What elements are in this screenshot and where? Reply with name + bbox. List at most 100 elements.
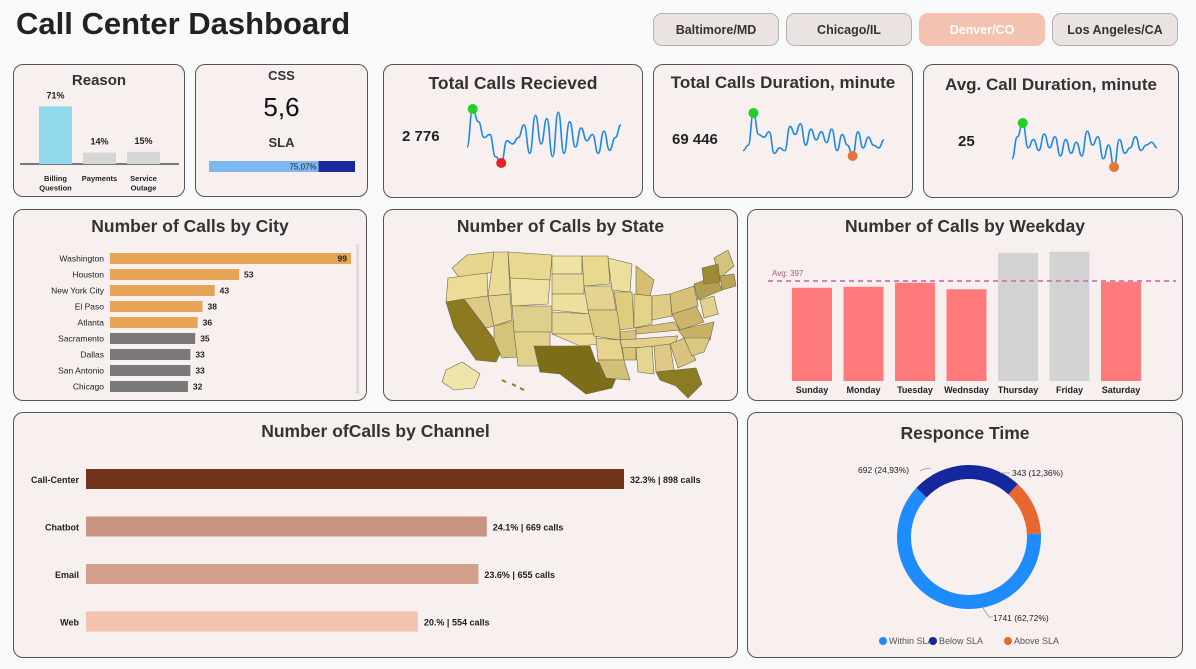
sparkline-max-point xyxy=(1017,118,1028,128)
donut-data-label: 1741 (62,72%) xyxy=(993,613,1049,623)
weekday-category-label: Wednsday xyxy=(944,385,989,395)
response-card: Responce Time 1741 (62,72%) 692 (24,93%) 3… xyxy=(747,412,1183,658)
weekday-category-label: Monday xyxy=(846,385,880,395)
sla-bar: 75,07% xyxy=(209,161,355,172)
weekday-bar xyxy=(895,282,935,381)
donut-legend-marker xyxy=(879,637,887,645)
city-bar xyxy=(110,333,196,344)
sparkline-path xyxy=(1011,122,1158,168)
donut-leader-line xyxy=(919,467,932,472)
city-category-label: Chicago xyxy=(73,382,104,392)
css-sla-card: CSS 5,6 SLA 75,07% xyxy=(195,64,368,197)
city-category-label: San Antonio xyxy=(58,366,104,376)
channel-bar xyxy=(86,564,479,584)
donut-data-label: 343 (12,36%) xyxy=(1012,468,1063,478)
weekday-chart: Sunday Monday Tuesday Wednsday Thursday Frida… xyxy=(768,251,1176,395)
city-value-label: 99 xyxy=(338,254,348,264)
reason-category-label: Service xyxy=(130,174,157,183)
city-value-label: 38 xyxy=(208,302,218,312)
city-bar xyxy=(110,365,191,376)
city-value-label: 32 xyxy=(193,382,203,392)
reason-chart: 71% 14% 15% BillingQuestion Payments ServiceO… xyxy=(20,90,179,193)
sparkline-min-point xyxy=(847,151,858,161)
weekday-bar xyxy=(1049,251,1090,381)
city-value-label: 36 xyxy=(203,318,213,328)
channel-category-label: Chatbot xyxy=(45,523,79,533)
weekday-avg-label: Avg: 397 xyxy=(772,269,804,278)
city-value-label: 35 xyxy=(200,334,210,344)
reason-category-label: Billing xyxy=(44,174,67,183)
reason-bar xyxy=(39,106,72,164)
sparkline-max-point xyxy=(748,108,759,118)
kpi-card-avg-duration: Avg. Call Duration, minute 25 xyxy=(923,64,1179,198)
city-category-label: New York City xyxy=(51,286,105,296)
city-scrollbar xyxy=(356,244,359,394)
reason-bar-label: 15% xyxy=(134,136,152,146)
city-category-label: Sacramento xyxy=(58,334,104,344)
weekday-category-label: Sunday xyxy=(796,385,829,395)
us-map xyxy=(441,249,737,399)
city-filter-chicago[interactable]: Chicago/IL xyxy=(786,13,912,46)
city-value-label: 33 xyxy=(195,350,205,360)
reason-category-label: Payments xyxy=(82,174,117,183)
reason-card: Reason 71% 14% 15% Billing Question Payments S… xyxy=(13,64,185,197)
kpi-card-total-duration: Total Calls Duration, minute 69 446 xyxy=(653,64,913,198)
donut-leader-line xyxy=(982,607,993,618)
weekday-card: Number of Calls by Weekday Sunday Monday T… xyxy=(747,209,1183,401)
city-card: Number of Calls by City Washington 99 Hous… xyxy=(13,209,367,401)
channel-chart: Call-Center 32.3% | 898 calls Chatbot 24.1%… xyxy=(31,469,701,632)
city-category-label: Washington xyxy=(59,254,104,264)
channel-card: Number ofCalls by Channel Call-Center 32.… xyxy=(13,412,738,658)
reason-category-label: Question xyxy=(39,184,72,193)
city-bar xyxy=(110,349,191,360)
city-category-label: Houston xyxy=(72,270,104,280)
kpi-card-total-calls: Total Calls Recieved 2 776 xyxy=(383,64,643,198)
reason-bar xyxy=(127,151,160,164)
weekday-category-label: Friday xyxy=(1056,385,1083,395)
reason-bar-label: 14% xyxy=(90,137,108,147)
response-donut: 1741 (62,72%) 692 (24,93%) 343 (12,36%) Wit… xyxy=(858,465,1063,646)
city-category-label: Dallas xyxy=(80,350,104,360)
city-category-label: El Paso xyxy=(75,302,105,312)
city-filter-los-angeles[interactable]: Los Angeles/CA xyxy=(1052,13,1178,46)
weekday-bar xyxy=(792,287,832,381)
sla-value-label: 75,07% xyxy=(289,163,316,172)
sparkline-total-duration xyxy=(742,108,885,161)
city-bar xyxy=(110,285,215,296)
weekday-category-label: Saturday xyxy=(1102,385,1141,395)
donut-data-label: 692 (24,93%) xyxy=(858,465,909,475)
donut-legend-label: Above SLA xyxy=(1014,636,1059,646)
donut-legend-marker xyxy=(929,637,937,645)
weekday-bar xyxy=(946,289,987,381)
city-bar xyxy=(110,269,240,280)
channel-bar xyxy=(86,516,487,537)
channel-value-label: 32.3% | 898 calls xyxy=(630,475,701,485)
city-value-label: 53 xyxy=(244,270,254,280)
city-bar xyxy=(110,253,351,264)
city-bar xyxy=(110,301,203,312)
sparkline-path xyxy=(466,108,622,164)
donut-slice xyxy=(916,465,1018,498)
city-filter-denver[interactable]: Denver/CO xyxy=(919,13,1045,46)
donut-slice xyxy=(1008,484,1041,535)
donut-legend-marker xyxy=(1004,637,1012,645)
donut-legend-label: Within SLA xyxy=(889,636,934,646)
page-title: Call Center Dashboard xyxy=(16,6,351,41)
city-filter-baltimore[interactable]: Baltimore/MD xyxy=(653,13,779,46)
sparkline-max-point xyxy=(467,104,478,114)
channel-category-label: Call-Center xyxy=(31,475,80,485)
sparkline-path xyxy=(742,112,885,157)
weekday-bar xyxy=(998,252,1038,381)
sparkline-avg-duration xyxy=(1011,118,1158,172)
weekday-bar xyxy=(843,286,884,381)
city-category-label: Atlanta xyxy=(78,318,105,328)
reason-category-label: Outage xyxy=(131,184,157,193)
weekday-category-label: Tuesday xyxy=(897,385,933,395)
channel-category-label: Email xyxy=(55,570,79,580)
state-card: Number of Calls by State xyxy=(383,209,738,401)
sparkline-min-point xyxy=(496,158,507,168)
city-value-label: 33 xyxy=(195,366,205,376)
channel-bar xyxy=(86,611,418,632)
sparkline-total-calls xyxy=(466,104,622,168)
channel-bar xyxy=(86,469,624,489)
